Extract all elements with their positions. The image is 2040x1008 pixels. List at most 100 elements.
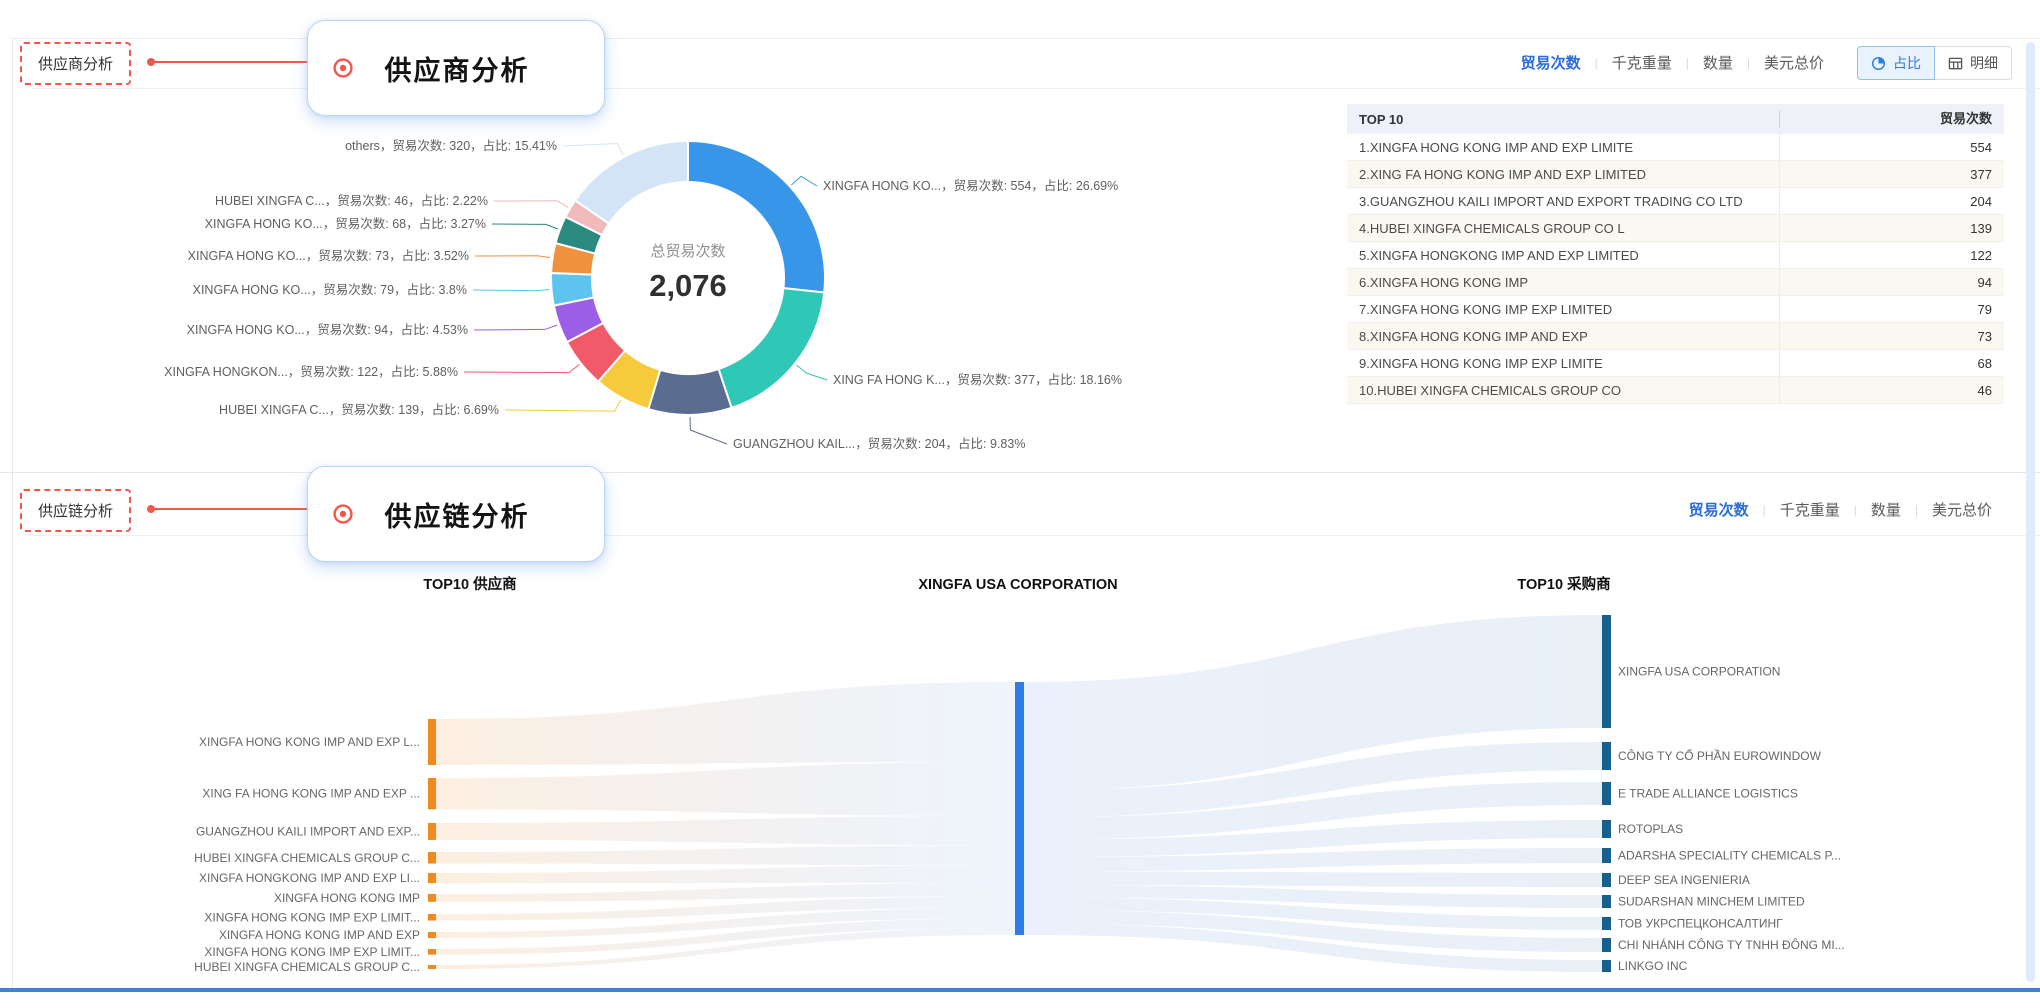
metric-tab[interactable]: 千克重量 xyxy=(1780,499,1840,520)
donut-label-line xyxy=(796,365,827,380)
sankey-flow[interactable] xyxy=(436,816,1015,845)
target-icon xyxy=(332,57,354,79)
sankey-buyer-node[interactable] xyxy=(1602,782,1611,805)
sankey-buyer-label: XINGFA USA CORPORATION xyxy=(1618,665,1780,679)
tab-separator: | xyxy=(1915,503,1918,517)
sankey-buyer-label: LINKGO INC xyxy=(1618,959,1688,973)
table-row: 9.XINGFA HONG KONG IMP EXP LIMITE68 xyxy=(1347,350,2004,377)
sankey-buyer-node[interactable] xyxy=(1602,960,1611,972)
sankey-supplier-node[interactable] xyxy=(428,932,436,938)
table-row: 8.XINGFA HONG KONG IMP AND EXP73 xyxy=(1347,323,2004,350)
metric-tab[interactable]: 千克重量 xyxy=(1612,52,1672,73)
view-toggle-ratio[interactable]: 占比 xyxy=(1857,46,1935,80)
sankey-center-node[interactable] xyxy=(1015,682,1024,935)
trade-count-cell: 377 xyxy=(1779,161,2004,187)
table-row: 7.XINGFA HONG KONG IMP EXP LIMITED79 xyxy=(1347,296,2004,323)
table-row: 6.XINGFA HONG KONG IMP94 xyxy=(1347,269,2004,296)
trade-count-cell: 68 xyxy=(1779,350,2004,376)
metric-tab[interactable]: 数量 xyxy=(1871,499,1901,520)
sankey-buyer-node[interactable] xyxy=(1602,917,1611,930)
sankey-buyer-node[interactable] xyxy=(1602,938,1611,952)
callout-title: 供应链分析 xyxy=(354,495,560,534)
sankey-flow[interactable] xyxy=(1024,872,1602,887)
sankey-supplier-node[interactable] xyxy=(428,778,436,809)
toggle-label: 明细 xyxy=(1970,53,1998,73)
donut-slice-label: XINGFA HONG KO...，贸易次数: 73，占比: 3.52% xyxy=(188,248,469,263)
view-toggle-detail[interactable]: 明细 xyxy=(1935,46,2012,80)
sankey-buyer-node[interactable] xyxy=(1602,742,1611,770)
donut-slice[interactable] xyxy=(648,369,731,415)
sankey-supplier-node[interactable] xyxy=(428,965,436,969)
metric-tab[interactable]: 贸易次数 xyxy=(1521,52,1581,73)
sankey-buyer-node[interactable] xyxy=(1602,615,1611,728)
section-divider xyxy=(0,472,2040,473)
tab-separator: | xyxy=(1595,56,1598,70)
sankey-buyer-label: E TRADE ALLIANCE LOGISTICS xyxy=(1618,787,1798,801)
sankey-supplier-node[interactable] xyxy=(428,914,436,921)
sankey-buyer-node[interactable] xyxy=(1602,895,1611,908)
donut-label-line xyxy=(791,176,817,186)
sankey-flow[interactable] xyxy=(436,845,1015,865)
metric-tab[interactable]: 美元总价 xyxy=(1764,52,1824,73)
company-name-cell: 1.XINGFA HONG KONG IMP AND EXP LIMITE xyxy=(1347,140,1779,155)
sankey-column-header: XINGFA USA CORPORATION xyxy=(918,577,1117,593)
donut-slice[interactable] xyxy=(719,288,825,408)
sankey-supplier-node[interactable] xyxy=(428,873,436,883)
target-icon xyxy=(332,503,354,525)
company-name-cell: 8.XINGFA HONG KONG IMP AND EXP xyxy=(1347,329,1779,344)
sankey-buyer-label: ROTOPLAS xyxy=(1618,822,1683,836)
bottom-accent-bar xyxy=(0,988,2040,992)
sankey-flow[interactable] xyxy=(436,865,1015,883)
sankey-supplier-label: XINGFA HONG KONG IMP xyxy=(274,891,420,905)
sankey-flow[interactable] xyxy=(436,682,1015,765)
metric-tab[interactable]: 贸易次数 xyxy=(1689,499,1749,520)
donut-label-line xyxy=(690,417,727,444)
sankey-buyer-node[interactable] xyxy=(1602,848,1611,863)
sankey-supplier-label: GUANGZHOU KAILI IMPORT AND EXP... xyxy=(196,824,420,838)
sankey-supplier-node[interactable] xyxy=(428,823,436,840)
sankey-supplier-label: HUBEI XINGFA CHEMICALS GROUP C... xyxy=(194,960,420,974)
trade-count-cell: 122 xyxy=(1779,242,2004,268)
sankey-supplier-node[interactable] xyxy=(428,949,436,955)
tab-separator: | xyxy=(1854,503,1857,517)
donut-slice-label: XINGFA HONGKON...，贸易次数: 122，占比: 5.88% xyxy=(164,364,458,379)
company-name-cell: 2.XING FA HONG KONG IMP AND EXP LIMITED xyxy=(1347,167,1779,182)
metric-tab[interactable]: 美元总价 xyxy=(1932,499,1992,520)
table-body: 1.XINGFA HONG KONG IMP AND EXP LIMITE554… xyxy=(1347,134,2004,404)
table-header-top10: TOP 10 xyxy=(1347,112,1779,127)
sankey-supplier-node[interactable] xyxy=(428,852,436,864)
supply-chain-analysis-callout: 供应链分析 xyxy=(307,466,605,562)
sankey-supplier-label: XINGFA HONG KONG IMP EXP LIMIT... xyxy=(204,945,420,959)
sankey-supplier-node[interactable] xyxy=(428,894,436,902)
donut-slice-label: others，贸易次数: 320，占比: 15.41% xyxy=(345,138,557,153)
sankey-supplier-label: XINGFA HONG KONG IMP AND EXP L... xyxy=(199,735,420,749)
sankey-buyer-label: ТОВ УКРСПЕЦКОНСАЛТИНГ xyxy=(1618,917,1783,931)
sankey-column-header: TOP10 供应商 xyxy=(423,575,516,593)
company-name-cell: 7.XINGFA HONG KONG IMP EXP LIMITED xyxy=(1347,302,1779,317)
trade-count-cell: 46 xyxy=(1779,377,2004,403)
supplier-analysis-callout: 供应商分析 xyxy=(307,20,605,116)
sankey-supplier-node[interactable] xyxy=(428,719,436,765)
donut-label-line xyxy=(563,143,623,155)
donut-slice[interactable] xyxy=(575,141,688,224)
table-row: 2.XING FA HONG KONG IMP AND EXP LIMITED3… xyxy=(1347,161,2004,188)
sankey-supplier-label: XINGFA HONG KONG IMP EXP LIMIT... xyxy=(204,910,420,924)
metric-tab[interactable]: 数量 xyxy=(1703,52,1733,73)
sankey-buyer-label: DEEP SEA INGENIERIA xyxy=(1618,873,1750,887)
donut-slice-label: XINGFA HONG KO...，贸易次数: 68，占比: 3.27% xyxy=(205,216,486,231)
company-name-cell: 4.HUBEI XINGFA CHEMICALS GROUP CO L xyxy=(1347,221,1779,236)
table-row: 1.XINGFA HONG KONG IMP AND EXP LIMITE554 xyxy=(1347,134,2004,161)
sankey-buyer-node[interactable] xyxy=(1602,820,1611,838)
connector-dot xyxy=(147,505,155,513)
supply-chain-metric-tabs: 贸易次数 | 千克重量 | 数量 | 美元总价 xyxy=(1689,499,1992,520)
toggle-label: 占比 xyxy=(1893,53,1921,73)
pie-chart-icon xyxy=(1871,56,1886,71)
donut-slice-label: XINGFA HONG KO...，贸易次数: 79，占比: 3.8% xyxy=(193,282,467,297)
supplier-analysis-tag: 供应商分析 xyxy=(20,42,131,85)
table-row: 3.GUANGZHOU KAILI IMPORT AND EXPORT TRAD… xyxy=(1347,188,2004,215)
sankey-flow[interactable] xyxy=(436,762,1015,816)
donut-center-total: 2,076 xyxy=(649,268,727,303)
sankey-buyer-node[interactable] xyxy=(1602,873,1611,887)
tab-separator: | xyxy=(1763,503,1766,517)
table-row: 4.HUBEI XINGFA CHEMICALS GROUP CO L139 xyxy=(1347,215,2004,242)
